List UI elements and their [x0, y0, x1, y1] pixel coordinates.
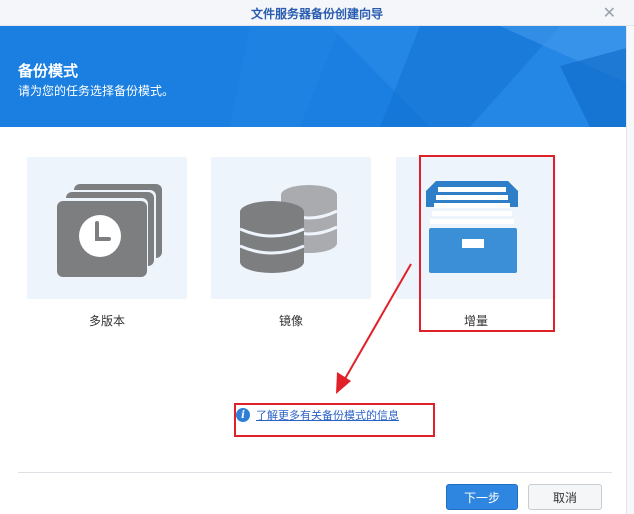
title-bar: 文件服务器备份创建向导 ✕ [0, 0, 634, 26]
mode-label-multi-version: 多版本 [88, 314, 125, 328]
close-icon[interactable]: ✕ [603, 3, 616, 22]
banner-pattern [230, 26, 634, 127]
highlight-incremental [419, 155, 555, 332]
footer-divider [18, 472, 612, 473]
highlight-learn-more [234, 403, 435, 437]
cancel-button[interactable]: 取消 [528, 484, 602, 510]
mode-card-multi-version[interactable] [27, 157, 187, 299]
mode-label-mirror: 镜像 [278, 314, 303, 328]
banner-heading: 备份模式 [18, 62, 79, 80]
banner-subtitle: 请为您的任务选择备份模式。 [18, 84, 175, 98]
multi-version-clock-icon [57, 184, 162, 277]
wizard-window: 文件服务器备份创建向导 ✕ 备份模式 请为您的任务选择备份模式。 多版本 镜像 … [0, 0, 634, 514]
header-banner: 备份模式 请为您的任务选择备份模式。 [0, 26, 634, 127]
right-edge [626, 26, 634, 514]
next-button[interactable]: 下一步 [446, 484, 518, 510]
window-title: 文件服务器备份创建向导 [250, 7, 383, 21]
mirror-database-icon [239, 185, 338, 273]
mode-card-mirror[interactable] [211, 157, 371, 299]
